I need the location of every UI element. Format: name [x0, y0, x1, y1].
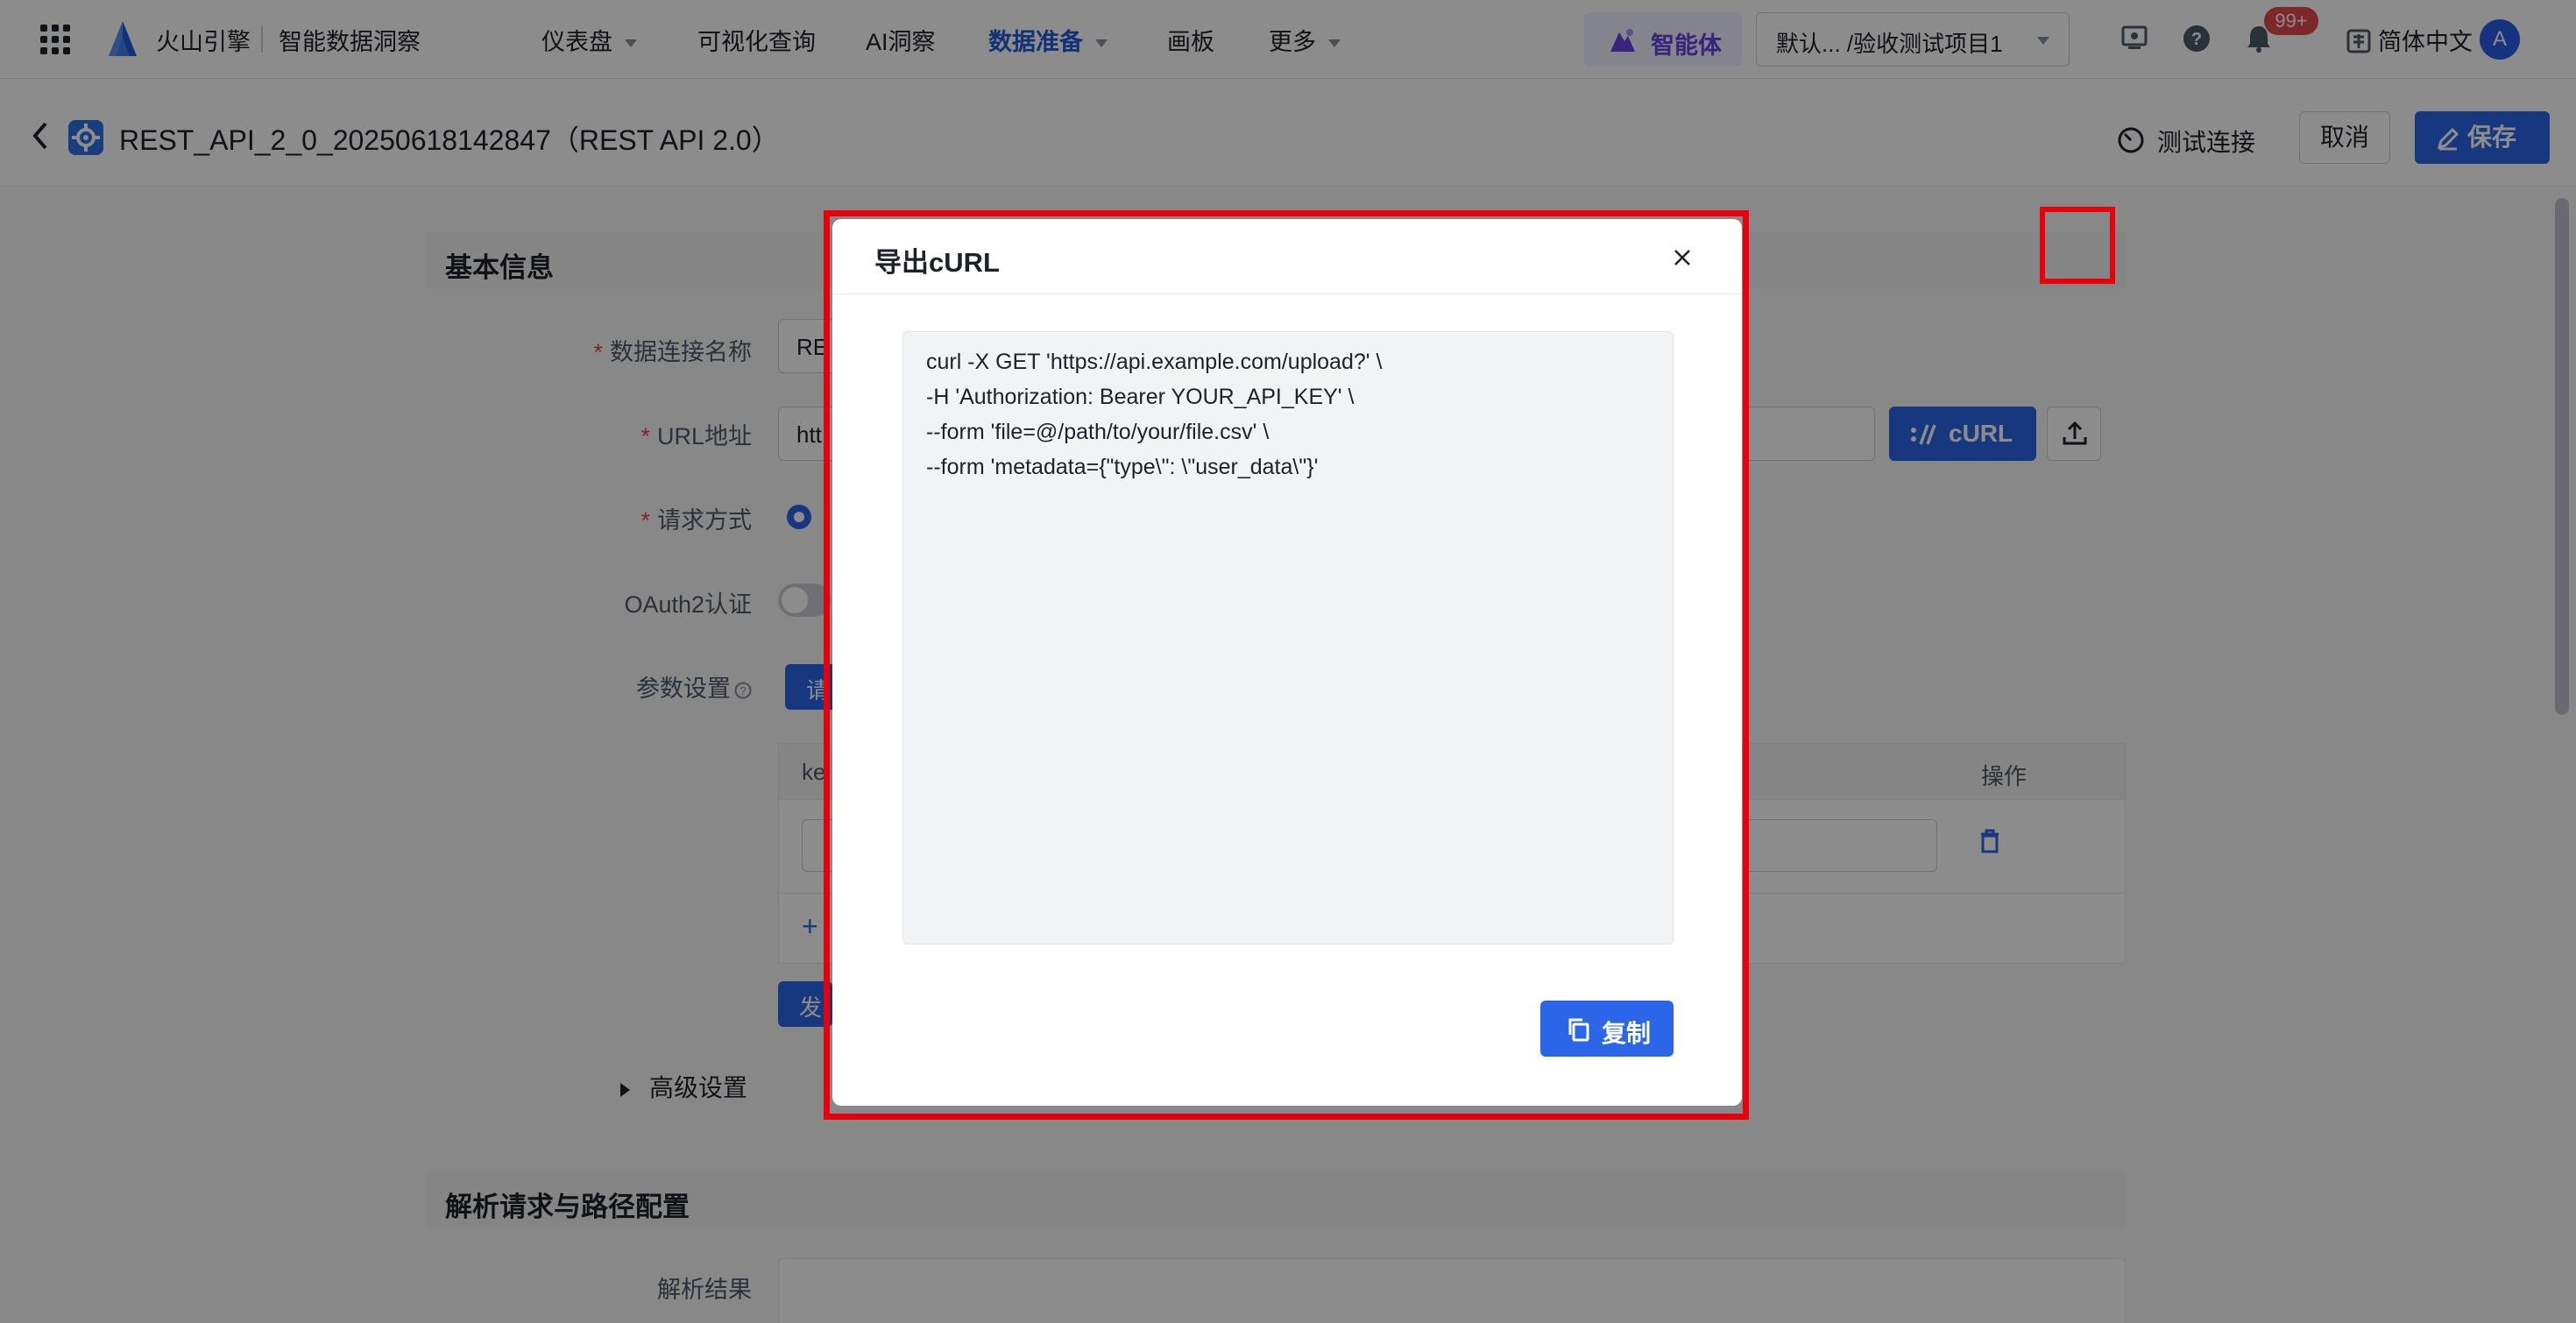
copy-icon — [1568, 1018, 1589, 1042]
code-line: curl -X GET 'https://api.example.com/upl… — [926, 350, 1383, 374]
curl-code-box[interactable]: curl -X GET 'https://api.example.com/upl… — [902, 331, 1674, 944]
close-icon[interactable] — [1672, 247, 1693, 268]
copy-button[interactable]: 复制 — [1540, 1001, 1674, 1057]
code-line: --form 'file=@/path/to/your/file.csv' \ — [926, 420, 1270, 444]
export-button-highlight — [2040, 207, 2115, 284]
export-curl-dialog: 导出cURL curl -X GET 'https://api.example.… — [832, 219, 1742, 1106]
code-line: -H 'Authorization: Bearer YOUR_API_KEY' … — [926, 385, 1355, 409]
dialog-header: 导出cURL — [832, 219, 1742, 294]
code-line: --form 'metadata={"type\": \"user_data\"… — [926, 455, 1319, 479]
dialog-title: 导出cURL — [874, 247, 1000, 278]
